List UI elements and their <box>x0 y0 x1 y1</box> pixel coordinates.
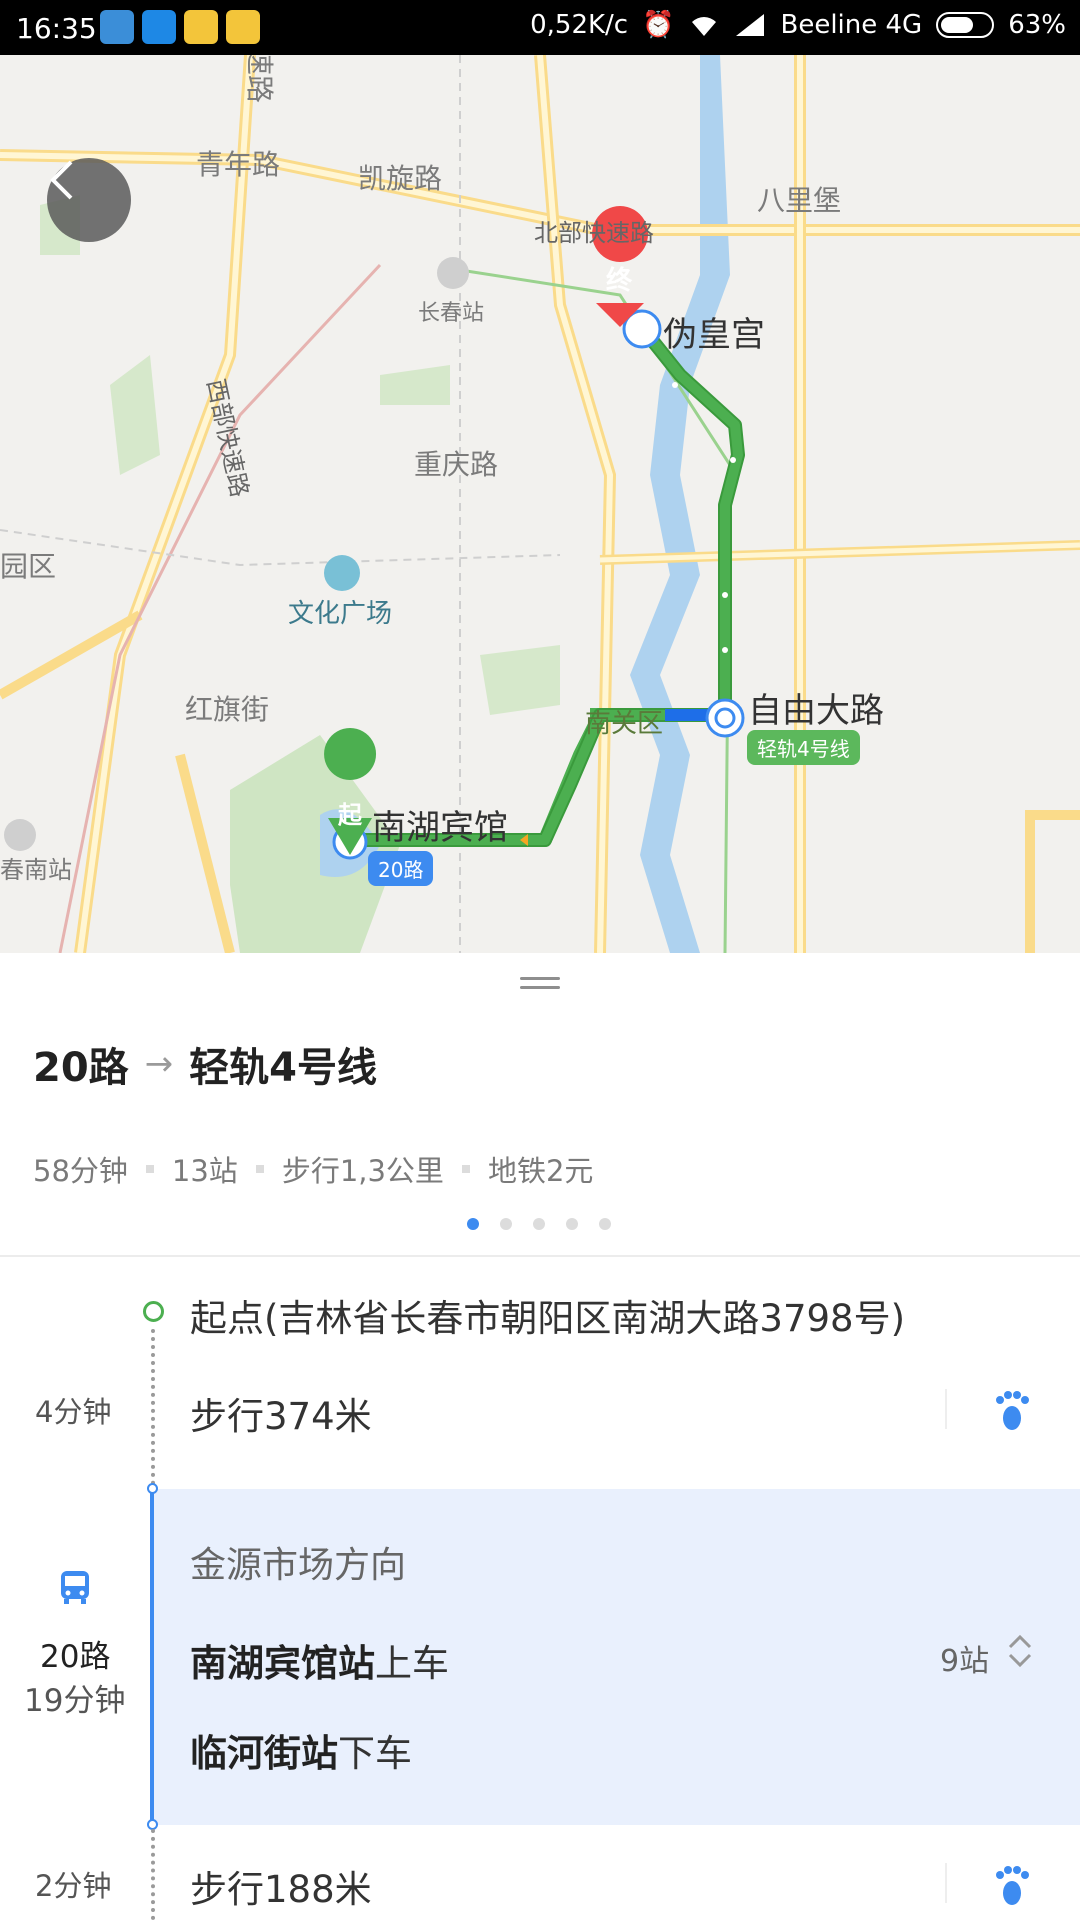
bus-stop-count[interactable]: 9站 <box>940 1636 989 1680</box>
map-label-changchun-south-station: 春南站 <box>0 856 72 884</box>
footprint-icon[interactable] <box>990 1863 1034 1907</box>
separator-dot <box>255 1165 264 1173</box>
bus-timeline <box>150 1488 154 1824</box>
route-bus-name: 20路 <box>33 1045 129 1091</box>
weather-app-icon <box>100 10 134 44</box>
route-walk-distance: 步行1,3公里 <box>281 1154 444 1188</box>
map-app-icon-2 <box>226 10 260 44</box>
start-marker-label: 起 <box>338 801 362 829</box>
map-label-beibu-expressway: 北部快速路 <box>534 219 654 247</box>
bus-icon <box>61 1571 89 1604</box>
alarm-icon: ⏰ <box>642 10 675 40</box>
divider <box>0 1255 1080 1257</box>
expand-stops-icon[interactable] <box>1005 1631 1035 1671</box>
separator <box>945 1863 947 1903</box>
map-label-district-fragment: 园区 <box>0 550 57 583</box>
walk-timeline <box>151 1329 155 1485</box>
back-button[interactable] <box>47 158 131 242</box>
map-label-wenhua-square: 文化广场 <box>288 599 393 629</box>
battery-fill <box>941 17 974 33</box>
signal-icon <box>736 14 765 36</box>
route-map[interactable]: 速路 青年路 凯旋路 北部快速路 八里堡 长春站 西部快速路 重庆路 文化广场 … <box>0 55 1080 953</box>
map-label-qingnian-road: 青年路 <box>196 148 281 181</box>
separator-dot <box>461 1165 470 1173</box>
map-label-hongqi-street: 红旗街 <box>185 693 270 726</box>
route-title: 20路 → 轻轨4号线 <box>33 1035 377 1093</box>
battery-percent: 63% <box>1008 10 1066 40</box>
separator <box>945 1389 947 1429</box>
board-station-row: 南湖宾馆站上车 <box>190 1633 449 1687</box>
walk-timeline <box>151 1829 155 1920</box>
start-stop-label[interactable]: 南湖宾馆 <box>372 800 508 849</box>
map-canvas <box>0 55 1080 953</box>
pager-dot[interactable] <box>500 1218 512 1230</box>
board-station: 南湖宾馆站 <box>190 1642 375 1685</box>
map-app-icon <box>184 10 218 44</box>
battery-icon <box>936 12 995 38</box>
arrow-right-icon: → <box>144 1044 174 1084</box>
start-point-address: 起点(吉林省长春市朝阳区南湖大路3798号) <box>190 1297 906 1340</box>
alight-station-row: 临河街站下车 <box>190 1723 412 1777</box>
map-label-kaixuan-road: 凯旋路 <box>358 162 443 195</box>
walk2-duration: 2分钟 <box>35 1869 112 1903</box>
alight-suffix: 下车 <box>338 1732 412 1775</box>
drag-handle[interactable] <box>520 977 560 993</box>
wifi-icon <box>692 17 717 36</box>
board-suffix: 上车 <box>375 1642 449 1685</box>
route-stop-count: 13站 <box>171 1154 238 1188</box>
bus-duration: 19分钟 <box>24 1683 126 1719</box>
pager-dot-active[interactable] <box>467 1218 479 1230</box>
route-rail-name: 轻轨4号线 <box>189 1045 378 1091</box>
translate-app-icon <box>142 10 176 44</box>
bus-line-name: 20路 <box>40 1639 111 1675</box>
notification-icons <box>100 10 260 44</box>
route-detail-sheet[interactable]: 20路 → 轻轨4号线 58分钟 13站 步行1,3公里 地铁2元 起点(吉林省… <box>0 953 1080 1920</box>
route-meta: 58分钟 13站 步行1,3公里 地铁2元 <box>33 1148 593 1190</box>
status-bar: 16:35 0,52K/c ⏰ Beeline 4G 63% <box>0 0 1080 55</box>
pager-dot[interactable] <box>566 1218 578 1230</box>
walk2-distance[interactable]: 步行188米 <box>190 1859 372 1913</box>
status-time: 16:35 <box>16 12 97 45</box>
map-label-nanguan-district: 南关区 <box>585 709 664 739</box>
pager-dot[interactable] <box>599 1218 611 1230</box>
map-label-top-road: 速路 <box>243 55 277 104</box>
pager-dot[interactable] <box>533 1218 545 1230</box>
walk1-distance[interactable]: 步行374米 <box>190 1386 372 1440</box>
network-speed: 0,52K/c <box>530 10 629 40</box>
route-fare: 地铁2元 <box>487 1154 594 1188</box>
bus-start-dot <box>147 1483 158 1494</box>
separator-dot <box>145 1165 154 1173</box>
chevron-left-icon <box>50 160 73 200</box>
route-duration: 58分钟 <box>33 1154 128 1188</box>
route-pager[interactable] <box>467 1218 611 1230</box>
transfer-stop-label[interactable]: 自由大路 <box>748 683 884 732</box>
bus-line-badge: 20路 <box>368 851 434 886</box>
alight-station: 临河街站 <box>190 1732 338 1775</box>
end-marker-label: 终 <box>606 266 633 296</box>
rail-line-badge: 轻轨4号线 <box>747 730 860 765</box>
map-label-changchun-station: 长春站 <box>418 301 485 326</box>
end-stop-label[interactable]: 伪皇宫 <box>663 307 765 356</box>
bus-direction: 金源市场方向 <box>190 1545 407 1586</box>
map-label-balibao: 八里堡 <box>757 184 842 217</box>
carrier-name: Beeline 4G <box>780 10 923 40</box>
start-point-icon <box>143 1301 164 1322</box>
walk1-duration: 4分钟 <box>35 1395 112 1429</box>
footprint-icon[interactable] <box>990 1388 1034 1432</box>
map-label-chongqing-road: 重庆路 <box>414 448 499 481</box>
